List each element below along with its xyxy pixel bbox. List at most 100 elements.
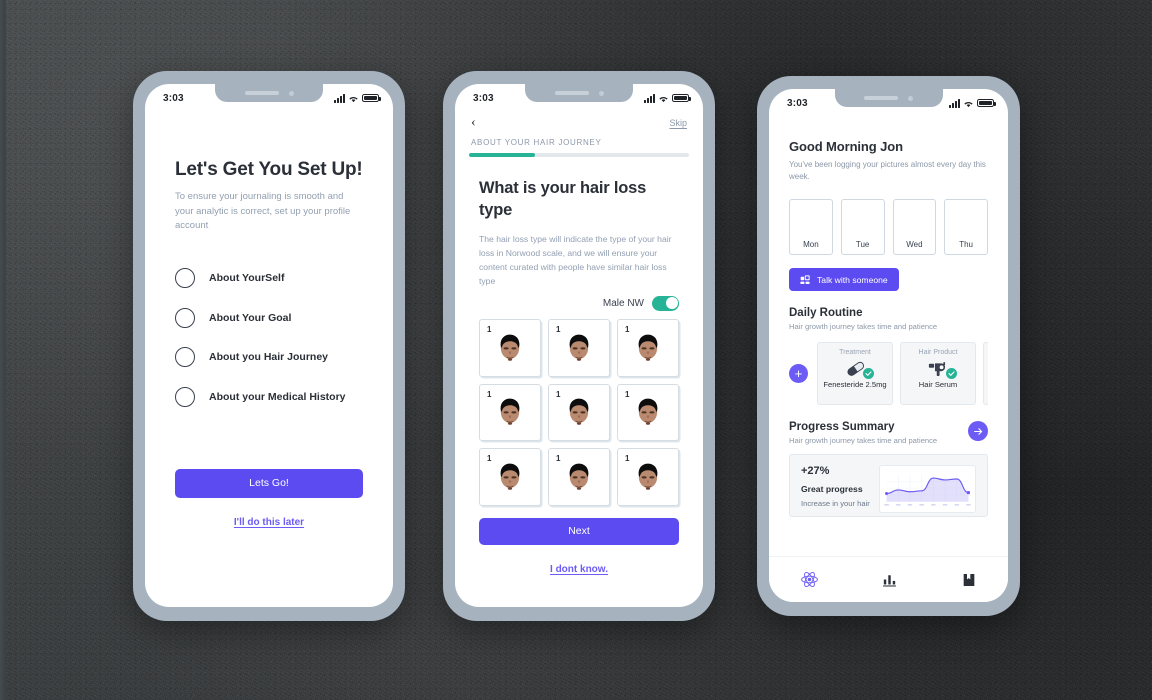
radio-circle-icon[interactable]: [175, 347, 195, 368]
setup-option-about-yourself[interactable]: About YourSelf: [175, 268, 363, 289]
phone2-screen: 3:03 ‹ Skip ABOUT YOUR HAIR JOURNEY What…: [455, 84, 703, 607]
greeting-subtitle: You've been logging your pictures almost…: [789, 160, 986, 181]
progress-bar-fill: [469, 153, 535, 157]
hairloss-type-card[interactable]: 1: [479, 318, 541, 377]
option-label: About YourSelf: [209, 272, 285, 285]
face-avatar-icon: [569, 398, 589, 426]
face-avatar-icon: [638, 398, 658, 426]
status-time: 3:03: [163, 92, 184, 104]
progress-summary-card[interactable]: +27% Great progress Increase in your hai…: [789, 454, 988, 517]
day-card-thu[interactable]: Thu: [944, 199, 988, 255]
progress-summary-header: Progress Summary Hair growth journey tak…: [789, 421, 988, 445]
page-title: What is your hair loss type: [479, 179, 647, 219]
page-subtitle: The hair loss type will indicate the typ…: [479, 233, 672, 286]
progress-summary-subtitle: Hair growth journey takes time and patie…: [789, 436, 938, 445]
face-avatar-icon: [638, 334, 658, 361]
phone-mockup-onboarding: 3:03 Let's Get You Set Up! To ensure you…: [133, 71, 405, 621]
battery-icon: [977, 99, 996, 107]
do-this-later-link[interactable]: I'll do this later: [175, 517, 363, 528]
male-nw-toggle[interactable]: [652, 295, 679, 311]
card-number: 1: [556, 454, 561, 464]
radio-circle-icon[interactable]: [175, 268, 195, 289]
progress-headline: Great progress: [801, 484, 863, 494]
card-number: 1: [556, 389, 561, 399]
phone-mockup-hairloss-type: 3:03 ‹ Skip ABOUT YOUR HAIR JOURNEY What…: [443, 71, 715, 621]
product-scroller[interactable]: Treatment Fenesteride 2.5mg Hair Product…: [817, 342, 988, 405]
face-avatar-icon: [500, 398, 520, 426]
hairloss-type-card[interactable]: 1: [479, 448, 541, 506]
talk-with-someone-button[interactable]: Talk with someone: [789, 268, 899, 291]
day-label: Mon: [803, 240, 819, 249]
back-chevron-icon[interactable]: ‹: [471, 116, 476, 130]
card-number: 1: [487, 324, 492, 334]
status-bar: 3:03: [455, 84, 703, 108]
setup-option-hair-journey[interactable]: About you Hair Journey: [175, 347, 363, 368]
face-avatar-icon: [569, 463, 589, 490]
lets-go-button[interactable]: Lets Go!: [175, 468, 363, 498]
battery-icon: [672, 94, 691, 102]
product-name: Fenesteride 2.5mg: [823, 380, 887, 389]
product-name: Hair Serum: [918, 380, 958, 389]
status-icons: [949, 98, 996, 108]
next-button[interactable]: Next: [479, 517, 679, 545]
checked-badge-icon: [945, 368, 957, 379]
signal-bars-icon: [644, 93, 655, 103]
phone-mockup-dashboard: 3:03 Good Morning Jon You've been loggin…: [757, 76, 1020, 616]
tab-book-icon[interactable]: [961, 572, 977, 588]
tab-atom-icon[interactable]: [800, 570, 819, 589]
i-dont-know-link[interactable]: I dont know.: [479, 564, 679, 575]
skip-link[interactable]: Skip: [669, 118, 687, 128]
product-card-next-partial[interactable]: [983, 342, 988, 405]
hairloss-type-card[interactable]: 1: [617, 383, 679, 442]
add-routine-plus-icon[interactable]: +: [789, 364, 808, 383]
hairloss-type-grid: 1 1 1 1 1 1 1 1 1: [479, 318, 679, 506]
face-avatar-icon: [638, 463, 658, 490]
progress-card-text: +27% Great progress Increase in your hai…: [801, 465, 871, 508]
status-icons: [334, 93, 381, 103]
step-label: ABOUT YOUR HAIR JOURNEY: [471, 138, 602, 147]
hairloss-type-card[interactable]: 1: [548, 318, 610, 377]
setup-option-about-your-goal[interactable]: About Your Goal: [175, 307, 363, 328]
hairloss-type-card[interactable]: 1: [548, 383, 610, 442]
card-number: 1: [487, 454, 492, 464]
status-time: 3:03: [787, 97, 808, 109]
option-label: About your Medical History: [209, 390, 346, 403]
day-label: Thu: [959, 240, 974, 249]
product-card-hair-product[interactable]: Hair Product Hair Serum: [900, 342, 976, 405]
card-number: 1: [556, 324, 561, 334]
radio-circle-icon[interactable]: [175, 307, 195, 328]
tab-bar-chart-icon[interactable]: [881, 571, 898, 588]
pill-icon: [845, 360, 874, 379]
phone1-screen: 3:03 Let's Get You Set Up! To ensure you…: [145, 84, 393, 607]
people-chat-icon: [800, 275, 810, 284]
status-time: 3:03: [473, 92, 494, 104]
radio-circle-icon[interactable]: [175, 386, 195, 407]
hairloss-type-card[interactable]: 1: [479, 383, 541, 442]
hairloss-type-card[interactable]: 1: [548, 448, 610, 506]
talk-button-label: Talk with someone: [817, 274, 888, 285]
face-avatar-icon: [500, 334, 520, 361]
daily-routine-section: Daily Routine Hair growth journey takes …: [789, 307, 988, 405]
nav-bar: ‹ Skip: [455, 108, 703, 130]
progress-bar-track: [469, 153, 689, 157]
day-card-mon[interactable]: Mon: [789, 199, 833, 255]
checked-badge-icon: [862, 368, 874, 379]
onboarding-cta-area: Lets Go! I'll do this later: [175, 468, 363, 528]
product-type: Hair Product: [918, 349, 958, 356]
greeting-title: Good Morning Jon: [789, 139, 903, 154]
setup-option-medical-history[interactable]: About your Medical History: [175, 386, 363, 407]
status-bar: 3:03: [145, 84, 393, 108]
bottom-tab-bar: [769, 556, 1008, 602]
face-avatar-icon: [500, 463, 520, 490]
hairloss-type-card[interactable]: 1: [617, 318, 679, 377]
hairloss-type-card[interactable]: 1: [617, 448, 679, 506]
signal-bars-icon: [949, 98, 960, 108]
product-type: Treatment: [839, 349, 871, 356]
status-icons: [644, 93, 691, 103]
day-card-wed[interactable]: Wed: [892, 199, 937, 255]
product-card-treatment[interactable]: Treatment Fenesteride 2.5mg: [817, 342, 893, 405]
dashboard-content: Good Morning Jon You've been logging you…: [769, 139, 1008, 517]
progress-summary-arrow-right-icon[interactable]: [968, 421, 988, 441]
toggle-label: Male NW: [602, 297, 644, 309]
day-card-tue[interactable]: Tue: [840, 199, 885, 255]
